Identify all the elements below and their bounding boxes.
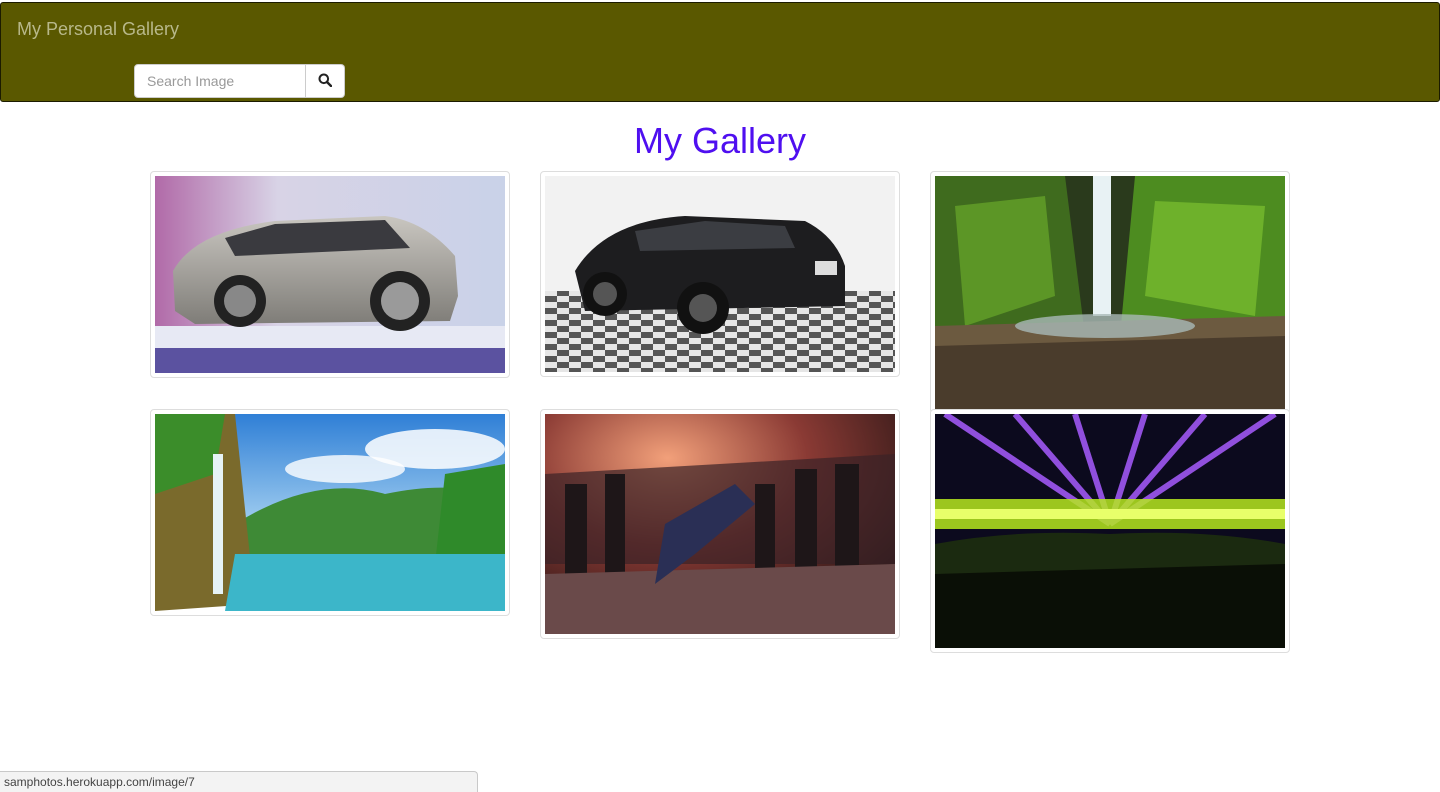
search-button[interactable] <box>306 64 345 98</box>
search-icon <box>318 73 333 90</box>
gallery-item[interactable] <box>150 171 510 378</box>
status-bar-url: samphotos.herokuapp.com/image/7 <box>0 771 478 792</box>
gallery-image <box>935 414 1285 648</box>
gallery-image <box>155 176 505 373</box>
search-form <box>134 64 345 98</box>
gallery-image <box>545 414 895 634</box>
gallery-image <box>155 414 505 611</box>
gallery-item[interactable] <box>150 409 510 616</box>
gallery-image <box>545 176 895 372</box>
gallery-item[interactable] <box>930 409 1290 653</box>
gallery-image <box>935 176 1285 409</box>
gallery-item[interactable] <box>540 171 900 377</box>
gallery-item[interactable] <box>930 171 1290 414</box>
gallery-item[interactable] <box>540 409 900 639</box>
navbar: My Personal Gallery <box>0 2 1440 102</box>
search-input[interactable] <box>134 64 306 98</box>
page-title: My Gallery <box>633 120 807 161</box>
brand-link[interactable]: My Personal Gallery <box>17 19 179 40</box>
